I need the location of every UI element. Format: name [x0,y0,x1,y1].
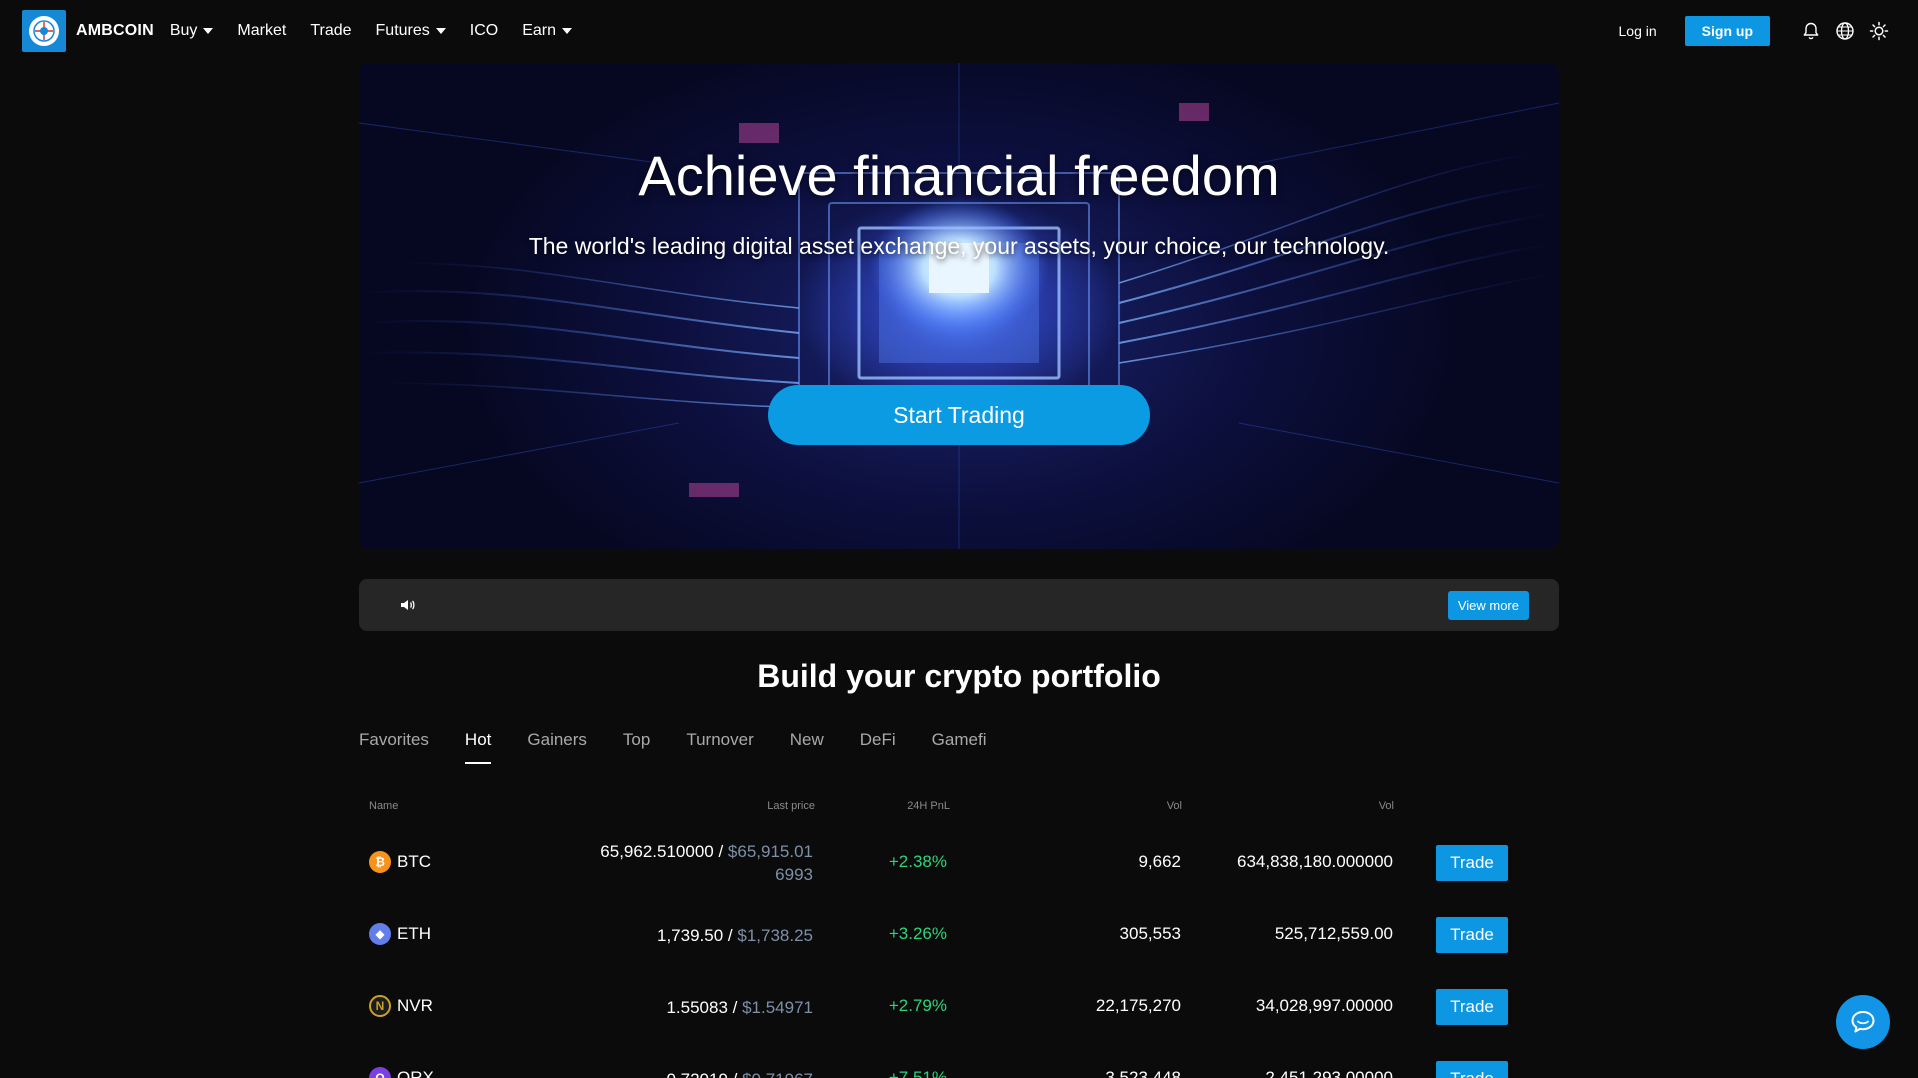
usd-price: $0.71967 [742,1070,813,1078]
top-nav-bar: AMBCOIN Buy Market Trade Futures ICO Ear… [0,0,1918,62]
nav-market[interactable]: Market [237,22,286,40]
table-row[interactable]: ◆ ETH 1,739.50 / $1,738.25 +3.26% 305,55… [359,898,1559,970]
pnl-value: +2.38% [888,852,947,871]
coin-symbol: NVR [397,996,433,1015]
nav-ico[interactable]: ICO [470,22,498,40]
coin-symbol: BTC [397,852,431,871]
last-price: 1.55083 / $1.54971 [553,996,813,1019]
chevron-down-icon [435,28,446,34]
announcement-bar: View more [359,579,1559,631]
pnl-value: +3.26% [888,924,947,943]
logo-emblem-icon [29,16,59,46]
price-separator: / [713,842,728,861]
tab-gamefi[interactable]: Gamefi [932,730,987,764]
trade-button[interactable]: Trade [1436,989,1508,1025]
last-price: 1,739.50 / $1,738.25 [553,924,813,947]
coin-symbol: ORX [397,1068,434,1078]
nav-earn[interactable]: Earn [522,22,573,40]
login-link[interactable]: Log in [1619,23,1657,39]
vol-value: 305,553 [1119,924,1181,943]
turnover-value: 2,451,293.00000 [1265,1068,1393,1078]
eth-coin-icon: ◆ [369,923,391,945]
coin-symbol: ETH [397,924,431,943]
tab-top[interactable]: Top [623,730,650,764]
last-price: 65,962.510000 / $65,915.01 6993 [553,840,813,886]
table-row[interactable]: O ORX 0.72019 / $0.71967 +7.51% 3,523,44… [359,1042,1559,1078]
last-price: 0.72019 / $0.71967 [553,1068,813,1078]
table-row[interactable]: ₿ BTC 65,962.510000 / $65,915.01 6993 +2.… [359,826,1559,898]
chat-bubble-icon [1851,1011,1875,1033]
nav-futures-label: Futures [375,22,430,39]
price-value: 1.55083 [666,998,728,1017]
header-actions: Log in Sign up [1619,0,1890,62]
hero-subtitle: The world's leading digital asset exchan… [528,233,1390,259]
sun-icon[interactable] [1868,20,1890,42]
btc-coin-icon: ₿ [369,851,391,873]
tab-defi[interactable]: DeFi [860,730,896,764]
nav-buy-label: Buy [169,22,198,39]
pnl-value: +2.79% [888,996,947,1015]
nav-buy[interactable]: Buy [170,22,214,40]
price-value: 65,962.510000 [600,842,714,861]
nav-trade-label: Trade [310,22,352,39]
price-value: 0.72019 [666,1070,727,1078]
main-nav: Buy Market Trade Futures ICO Earn [170,22,596,40]
nav-futures[interactable]: Futures [376,22,446,40]
nav-market-label: Market [237,22,287,39]
usd-price: $1.54971 [742,998,813,1017]
price-separator: / [728,1070,742,1078]
trade-button[interactable]: Trade [1436,917,1508,953]
column-header-name: Name [369,800,399,812]
pnl-value: +7.51% [888,1068,947,1078]
start-trading-button[interactable]: Start Trading [768,385,1150,445]
tab-favorites[interactable]: Favorites [359,730,429,764]
usd-price: $65,915.01 [727,842,813,861]
bell-icon[interactable] [1800,20,1822,42]
vol-value: 3,523,448 [1105,1068,1181,1078]
tab-new[interactable]: New [790,730,824,764]
trade-button[interactable]: Trade [1436,1061,1508,1078]
column-header-vol-2: Vol [1378,800,1394,812]
usd-price: $1,738.25 [737,926,813,945]
column-header-last-price: Last price [767,800,815,812]
column-header-24h-pnl: 24H PnL [907,800,950,812]
vol-value: 22,175,270 [1095,996,1181,1015]
chevron-down-icon [562,28,573,34]
nav-trade[interactable]: Trade [310,22,351,40]
trade-button[interactable]: Trade [1436,845,1508,881]
chat-support-button[interactable] [1836,995,1890,1049]
price-separator: / [727,998,743,1017]
vol-value: 9,662 [1138,852,1181,871]
turnover-value: 525,712,559.00 [1274,924,1393,943]
column-header-vol: Vol [1166,800,1182,812]
tab-hot[interactable]: Hot [464,730,492,764]
tab-turnover[interactable]: Turnover [686,730,753,764]
signup-button[interactable]: Sign up [1684,16,1770,46]
hero-banner: Achieve financial freedom The world's le… [359,63,1559,549]
hero-circuit-illustration [359,63,1559,549]
hero-title: Achieve financial freedom [638,144,1280,207]
portfolio-title: Build your crypto portfolio [757,658,1161,694]
nav-earn-label: Earn [522,22,557,39]
view-more-button[interactable]: View more [1447,591,1529,620]
market-tabs: Favorites Hot Gainers Top Turnover New D… [359,730,1022,764]
tab-gainers[interactable]: Gainers [527,730,587,764]
orx-coin-icon: O [369,1067,391,1078]
turnover-value: 634,838,180.000000 [1237,852,1393,871]
price-value: 1,739.50 [657,926,724,945]
nav-ico-label: ICO [469,22,499,39]
brand-name[interactable]: AMBCOIN [76,22,154,40]
chevron-down-icon [203,28,214,34]
brand-logo[interactable] [22,10,66,52]
usd-price-continued: 6993 [775,865,813,884]
nvr-coin-icon: N [369,995,391,1017]
price-separator: / [723,926,738,945]
table-row[interactable]: N NVR 1.55083 / $1.54971 +2.79% 22,175,2… [359,970,1559,1042]
speaker-icon [401,600,415,610]
globe-icon[interactable] [1834,20,1856,42]
turnover-value: 34,028,997.00000 [1255,996,1393,1015]
